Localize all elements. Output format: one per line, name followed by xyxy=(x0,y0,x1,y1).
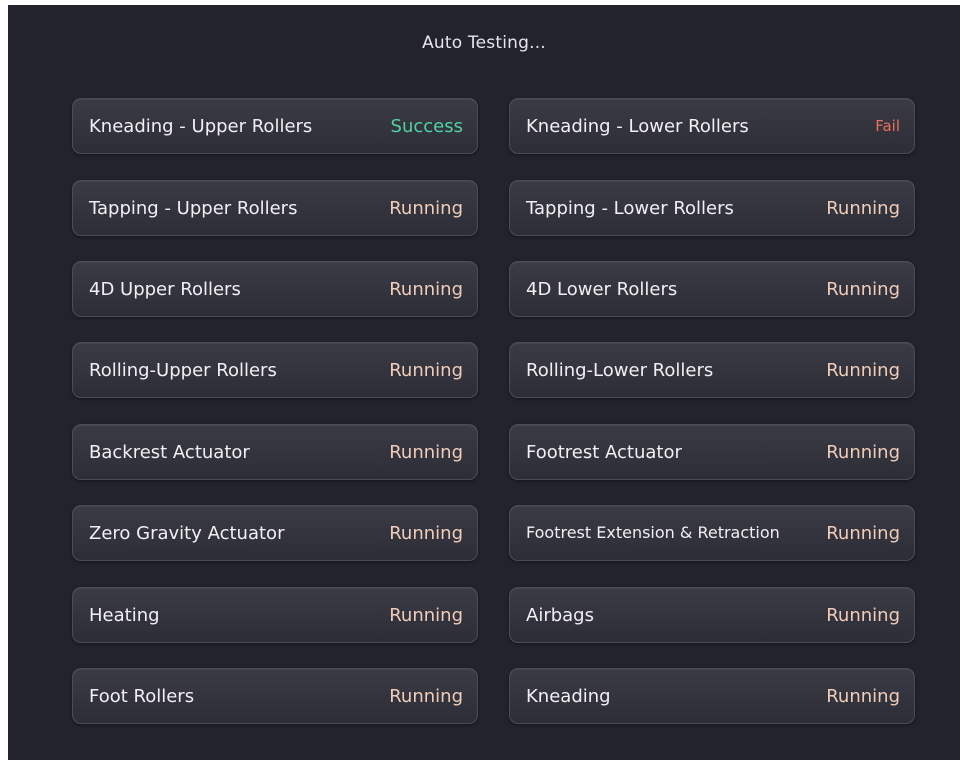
test-label: 4D Lower Rollers xyxy=(526,278,678,300)
status-badge: Running xyxy=(826,359,900,381)
test-label: Airbags xyxy=(526,604,594,626)
status-badge: Running xyxy=(826,441,900,463)
test-tile-zero-gravity-actuator[interactable]: Zero Gravity Actuator Running xyxy=(72,505,478,561)
test-label: Heating xyxy=(89,604,160,626)
status-badge: Fail xyxy=(875,117,900,135)
test-label: Zero Gravity Actuator xyxy=(89,522,285,544)
test-tile-backrest-actuator[interactable]: Backrest Actuator Running xyxy=(72,424,478,480)
test-label: Kneading xyxy=(526,685,611,707)
test-label: Foot Rollers xyxy=(89,685,195,707)
page-title: Auto Testing... xyxy=(422,33,546,53)
test-tile-tapping-upper-rollers[interactable]: Tapping - Upper Rollers Running xyxy=(72,180,478,236)
test-tile-footrest-actuator[interactable]: Footrest Actuator Running xyxy=(509,424,915,480)
test-tile-4d-upper-rollers[interactable]: 4D Upper Rollers Running xyxy=(72,261,478,317)
status-badge: Running xyxy=(389,685,463,707)
test-tile-foot-rollers[interactable]: Foot Rollers Running xyxy=(72,668,478,724)
status-badge: Running xyxy=(826,278,900,300)
test-label: Tapping - Upper Rollers xyxy=(89,197,298,219)
test-tile-4d-lower-rollers[interactable]: 4D Lower Rollers Running xyxy=(509,261,915,317)
auto-testing-screen: Auto Testing... Kneading - Upper Rollers… xyxy=(8,5,960,760)
status-badge: Running xyxy=(389,278,463,300)
test-tile-footrest-extension-retraction[interactable]: Footrest Extension & Retraction Running xyxy=(509,505,915,561)
test-tile-tapping-lower-rollers[interactable]: Tapping - Lower Rollers Running xyxy=(509,180,915,236)
status-badge: Running xyxy=(826,685,900,707)
test-tile-kneading-upper-rollers[interactable]: Kneading - Upper Rollers Success xyxy=(72,98,478,154)
test-label: Rolling-Upper Rollers xyxy=(89,359,277,381)
test-label: Backrest Actuator xyxy=(89,441,250,463)
status-badge: Running xyxy=(389,604,463,626)
test-tile-heating[interactable]: Heating Running xyxy=(72,587,478,643)
test-tile-kneading-lower-rollers[interactable]: Kneading - Lower Rollers Fail xyxy=(509,98,915,154)
test-label: Footrest Actuator xyxy=(526,441,682,463)
test-label: Rolling-Lower Rollers xyxy=(526,359,714,381)
test-tile-rolling-upper-rollers[interactable]: Rolling-Upper Rollers Running xyxy=(72,342,478,398)
status-badge: Running xyxy=(826,522,900,544)
status-badge: Running xyxy=(826,604,900,626)
test-tile-rolling-lower-rollers[interactable]: Rolling-Lower Rollers Running xyxy=(509,342,915,398)
test-tile-kneading[interactable]: Kneading Running xyxy=(509,668,915,724)
test-label: Kneading - Upper Rollers xyxy=(89,115,313,137)
test-tile-airbags[interactable]: Airbags Running xyxy=(509,587,915,643)
status-badge: Running xyxy=(389,359,463,381)
status-badge: Running xyxy=(389,441,463,463)
status-badge: Running xyxy=(389,197,463,219)
status-badge: Running xyxy=(826,197,900,219)
test-label: 4D Upper Rollers xyxy=(89,278,241,300)
status-badge: Success xyxy=(390,115,463,137)
test-label: Tapping - Lower Rollers xyxy=(526,197,734,219)
test-label: Footrest Extension & Retraction xyxy=(526,523,780,542)
test-label: Kneading - Lower Rollers xyxy=(526,115,749,137)
status-badge: Running xyxy=(389,522,463,544)
